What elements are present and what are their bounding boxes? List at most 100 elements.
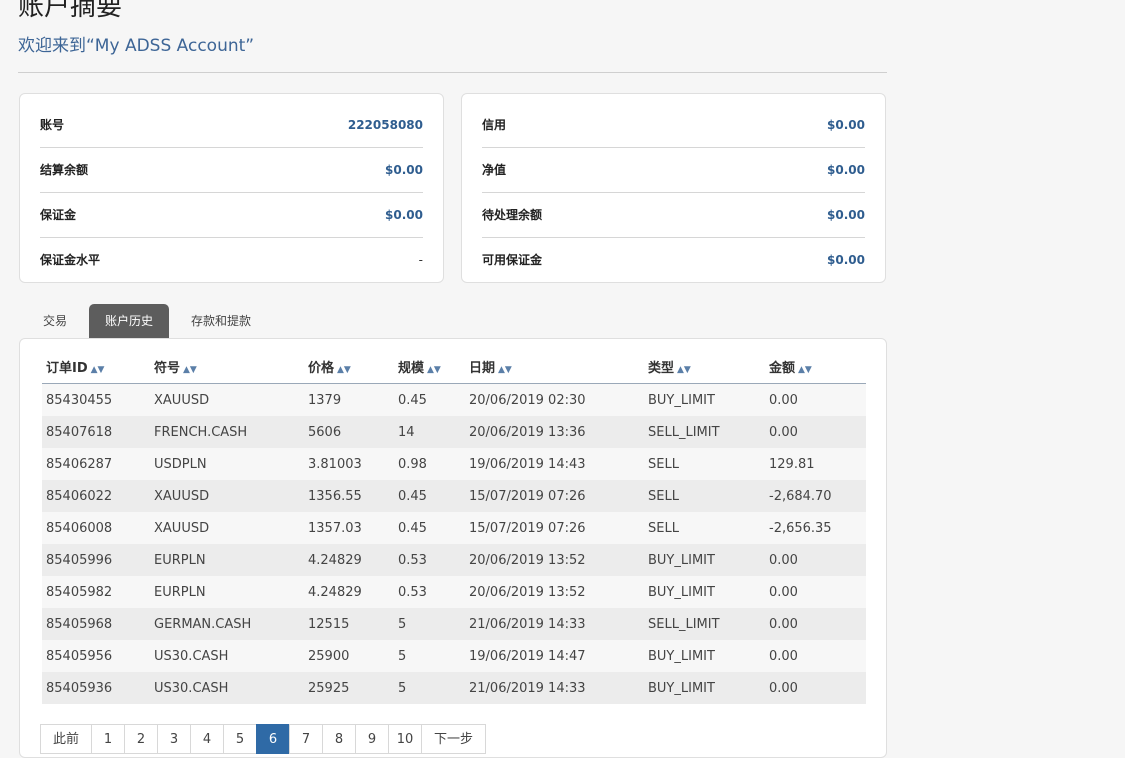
cell-type: BUY_LIMIT	[644, 383, 765, 416]
cell-amount: 0.00	[765, 608, 866, 640]
cell-price: 1356.55	[304, 480, 394, 512]
sort-icon: ▲▼	[427, 364, 441, 375]
cell-type: SELL	[644, 480, 765, 512]
sort-icon: ▲▼	[90, 364, 105, 375]
column-header-date[interactable]: 日期 ▲▼	[465, 349, 644, 384]
page-4-button[interactable]: 4	[190, 724, 225, 754]
cell-date: 20/06/2019 13:36	[465, 416, 644, 448]
table-row: 85405982 EURPLN 4.24829 0.53 20/06/2019 13:5…	[42, 576, 866, 608]
column-header-symbol[interactable]: 符号 ▲▼	[150, 349, 304, 384]
page-8-button[interactable]: 8	[322, 724, 357, 754]
summary-row-equity: 净值 $0.00	[482, 147, 865, 193]
cell-size: 0.45	[394, 383, 465, 416]
column-label: 规模	[398, 360, 425, 376]
page-3-button[interactable]: 3	[157, 724, 192, 754]
tab-account-history[interactable]: 账户历史	[89, 304, 170, 338]
margin-label: 保证金	[40, 208, 77, 222]
cell-date: 15/07/2019 07:26	[465, 480, 644, 512]
margin-level-label: 保证金水平	[40, 253, 101, 267]
balance-value: $0.00	[385, 162, 423, 177]
welcome-subtitle: 欢迎来到“My ADSS Account”	[18, 36, 255, 56]
cell-type: SELL_LIMIT	[644, 416, 765, 448]
column-header-order-id[interactable]: 订单ID ▲▼	[42, 349, 150, 384]
cell-size: 5	[394, 608, 465, 640]
account-number-value: 222058080	[347, 117, 423, 132]
cell-price: 5606	[304, 416, 394, 448]
cell-symbol: USDPLN	[150, 448, 304, 480]
cell-size: 0.45	[394, 512, 465, 544]
cell-order-id: 85405936	[42, 672, 150, 704]
tab-deposits-withdrawals[interactable]: 存款和提款	[175, 304, 267, 338]
table-row: 85405936 US30.CASH 25925 5 21/06/2019 14:33 B…	[42, 672, 866, 704]
cell-price: 4.24829	[304, 576, 394, 608]
cell-price: 25900	[304, 640, 394, 672]
column-label: 符号	[154, 360, 181, 376]
summary-row-credit: 信用 $0.00	[482, 102, 865, 148]
cell-price: 25925	[304, 672, 394, 704]
cell-price: 12515	[304, 608, 394, 640]
cell-type: SELL_LIMIT	[644, 608, 765, 640]
summary-row-balance: 结算余额 $0.00	[40, 147, 423, 193]
summary-row-free-margin: 可用保证金 $0.00	[482, 237, 865, 282]
sort-icon: ▲▼	[337, 364, 351, 375]
cell-type: BUY_LIMIT	[644, 640, 765, 672]
account-summary-right-card: 信用 $0.00 净值 $0.00 待处理余额 $0.00 可用保证金 $0.0…	[461, 93, 886, 283]
cell-symbol: US30.CASH	[150, 640, 304, 672]
cell-symbol: FRENCH.CASH	[150, 416, 304, 448]
cell-type: BUY_LIMIT	[644, 672, 765, 704]
cell-symbol: XAUUSD	[150, 383, 304, 416]
cell-price: 1379	[304, 383, 394, 416]
page-9-button[interactable]: 9	[355, 724, 390, 754]
cell-symbol: EURPLN	[150, 544, 304, 576]
balance-label: 结算余额	[40, 163, 89, 177]
summary-row-account: 账号 222058080	[40, 102, 423, 148]
cell-type: BUY_LIMIT	[644, 576, 765, 608]
column-label: 金额	[769, 360, 796, 376]
summary-row-margin: 保证金 $0.00	[40, 192, 423, 238]
cell-symbol: XAUUSD	[150, 512, 304, 544]
cell-symbol: EURPLN	[150, 576, 304, 608]
cell-date: 20/06/2019 13:52	[465, 576, 644, 608]
next-page-button[interactable]: 下一步	[421, 724, 487, 754]
cell-symbol: GERMAN.CASH	[150, 608, 304, 640]
cell-type: SELL	[644, 512, 765, 544]
cell-amount: 129.81	[765, 448, 866, 480]
tab-trades[interactable]: 交易	[27, 304, 83, 338]
cell-order-id: 85405996	[42, 544, 150, 576]
page-2-button[interactable]: 2	[124, 724, 159, 754]
page-7-button[interactable]: 7	[289, 724, 324, 754]
free-margin-label: 可用保证金	[482, 253, 543, 267]
column-header-amount[interactable]: 金额 ▲▼	[765, 349, 866, 384]
sort-icon: ▲▼	[798, 364, 812, 375]
margin-value: $0.00	[385, 207, 423, 222]
column-label: 订单ID	[46, 360, 88, 376]
column-label: 价格	[308, 360, 335, 376]
page-5-button[interactable]: 5	[223, 724, 258, 754]
cell-amount: 0.00	[765, 416, 866, 448]
cell-size: 14	[394, 416, 465, 448]
prev-page-button[interactable]: 此前	[40, 724, 93, 754]
column-header-price[interactable]: 价格 ▲▼	[304, 349, 394, 384]
history-table-card: 订单ID ▲▼ 符号 ▲▼ 价格 ▲▼ 规模 ▲▼ 日期 ▲▼ 类型 ▲▼ 金额 ▲▼ 854…	[19, 338, 887, 758]
table-row: 85405996 EURPLN 4.24829 0.53 20/06/2019 13:5…	[42, 544, 866, 576]
cell-price: 1357.03	[304, 512, 394, 544]
column-header-size[interactable]: 规模 ▲▼	[394, 349, 465, 384]
cell-type: SELL	[644, 448, 765, 480]
free-margin-value: $0.00	[827, 252, 865, 267]
page-6-button[interactable]: 6	[256, 724, 291, 754]
cell-amount: -2,656.35	[765, 512, 866, 544]
cell-order-id: 85405968	[42, 608, 150, 640]
credit-label: 信用	[482, 118, 507, 132]
page-1-button[interactable]: 1	[91, 724, 126, 754]
page-10-button[interactable]: 10	[388, 724, 423, 754]
pagination: 此前 1 2 3 4 5 6 7 8 9 10 下一步	[40, 724, 487, 754]
cell-amount: 0.00	[765, 672, 866, 704]
table-row: 85407618 FRENCH.CASH 5606 14 20/06/2019 13:3…	[42, 416, 866, 448]
table-row: 85406022 XAUUSD 1356.55 0.45 15/07/2019 07:2…	[42, 480, 866, 512]
cell-type: BUY_LIMIT	[644, 544, 765, 576]
column-label: 类型	[648, 360, 675, 376]
cell-order-id: 85406008	[42, 512, 150, 544]
column-header-type[interactable]: 类型 ▲▼	[644, 349, 765, 384]
cell-symbol: XAUUSD	[150, 480, 304, 512]
cell-order-id: 85406022	[42, 480, 150, 512]
